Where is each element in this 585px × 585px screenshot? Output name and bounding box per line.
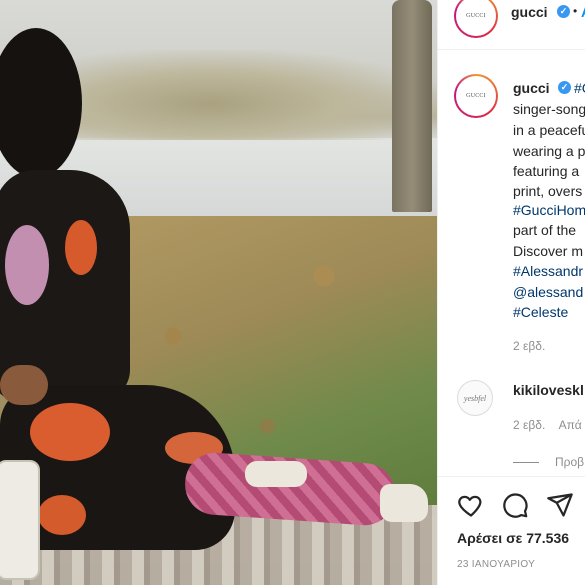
photo-arm xyxy=(0,365,48,405)
view-replies-button[interactable]: Προβ xyxy=(513,455,584,469)
caption-line: print, overs xyxy=(513,183,583,199)
photo-print-flower xyxy=(30,403,110,461)
caption-line: Discover m xyxy=(513,243,584,259)
comment-username[interactable]: kikiloveskl xyxy=(513,382,584,398)
caption-line: wearing a p xyxy=(513,143,585,159)
caption-hashtag[interactable]: #Celeste xyxy=(513,302,568,322)
comment-reply-button[interactable]: Απά xyxy=(559,418,582,432)
share-icon[interactable] xyxy=(546,491,574,519)
photo-shoe xyxy=(380,484,428,522)
avatar-logo-text: GUCCI xyxy=(466,13,486,19)
caption-line: featuring a xyxy=(513,163,580,179)
verified-badge-icon: ✓ xyxy=(557,5,570,18)
view-replies-label: Προβ xyxy=(555,455,585,469)
replies-divider xyxy=(513,462,539,464)
post-actions: Αρέσει σε 77.536 23 ΙΑΝΟΥΑΡΙΟΥ xyxy=(438,476,585,585)
caption-timestamp[interactable]: 2 εβδ. xyxy=(513,336,545,356)
separator-dot: • xyxy=(573,4,578,18)
heart-icon[interactable] xyxy=(457,491,485,519)
commenter-avatar[interactable]: yesbfel xyxy=(457,380,493,416)
comment-meta: 2 εβδ. Απά xyxy=(513,418,582,432)
caption-hashtag[interactable]: #Alessandr xyxy=(513,261,583,281)
caption-line: singer-song xyxy=(513,101,585,117)
caption-hashtag[interactable]: #GucciHom xyxy=(513,200,585,220)
avatar-logo: GUCCI xyxy=(456,0,496,36)
photo-print-flower xyxy=(38,495,86,535)
caption-avatar[interactable]: GUCCI xyxy=(454,74,498,118)
photo-shoe xyxy=(245,461,307,487)
post-header: GUCCI gucci ✓ • Ακ xyxy=(438,0,585,50)
post-date[interactable]: 23 ΙΑΝΟΥΑΡΙΟΥ xyxy=(457,559,535,570)
caption-username[interactable]: gucci xyxy=(513,80,550,96)
caption-mention[interactable]: @alessand xyxy=(513,282,583,302)
post-username[interactable]: gucci xyxy=(511,4,548,20)
photo-tree-trunk xyxy=(392,0,432,212)
follow-button[interactable]: Ακ xyxy=(581,4,585,20)
avatar-logo-text: GUCCI xyxy=(466,93,486,99)
avatar-logo: GUCCI xyxy=(456,76,496,116)
likes-count[interactable]: Αρέσει σε 77.536 xyxy=(457,530,569,546)
commenter-avatar-text: yesbfel xyxy=(463,393,487,403)
comment-timestamp[interactable]: 2 εβδ. xyxy=(513,418,545,432)
comment-icon[interactable] xyxy=(501,491,529,519)
caption-hashtag[interactable]: #G xyxy=(574,78,585,98)
photo-trees xyxy=(60,50,437,140)
verified-badge-icon: ✓ xyxy=(558,81,571,94)
post-photo[interactable] xyxy=(0,0,437,585)
photo-handbag xyxy=(0,460,40,580)
photo-print-flower xyxy=(65,220,97,275)
photo-print-flower xyxy=(5,225,49,305)
caption-line: in a peacefu xyxy=(513,122,585,138)
post-avatar[interactable]: GUCCI xyxy=(454,0,498,38)
post-side-panel: GUCCI gucci ✓ • Ακ GUCCI gucci ✓ #G sing… xyxy=(437,0,585,585)
caption-line: part of the xyxy=(513,222,577,238)
